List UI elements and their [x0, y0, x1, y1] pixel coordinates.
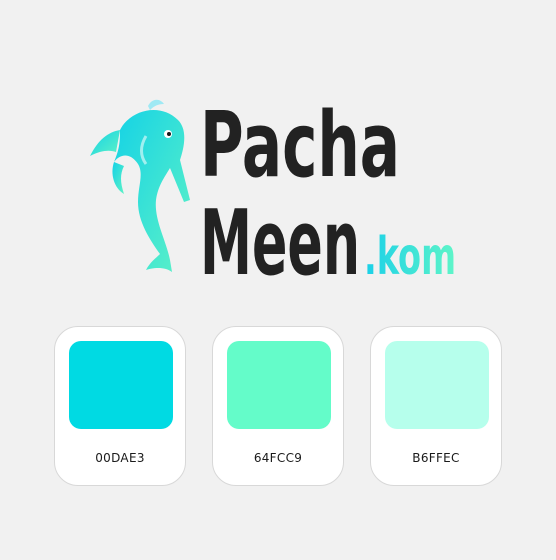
color-swatch-card: B6FFEC: [370, 326, 502, 486]
color-code: 00DAE3: [95, 451, 145, 465]
brand-word-meen: Meen: [200, 191, 360, 288]
color-swatch: [69, 341, 173, 429]
dolphin-icon: [90, 99, 190, 272]
brand-wordmark: Pacha Meen .kom: [200, 93, 456, 288]
color-code: 64FCC9: [253, 451, 303, 465]
color-swatch-card: 64FCC9: [212, 326, 344, 486]
color-code: B6FFEC: [412, 451, 460, 465]
brand-word-pacha: Pacha: [200, 93, 400, 198]
brand-logo: Pacha Meen .kom: [0, 0, 556, 300]
color-swatch: [227, 341, 331, 429]
brand-domain-suffix: .kom: [364, 227, 456, 287]
color-swatch: [385, 341, 489, 429]
color-swatch-card: 00DAE3: [54, 326, 186, 486]
